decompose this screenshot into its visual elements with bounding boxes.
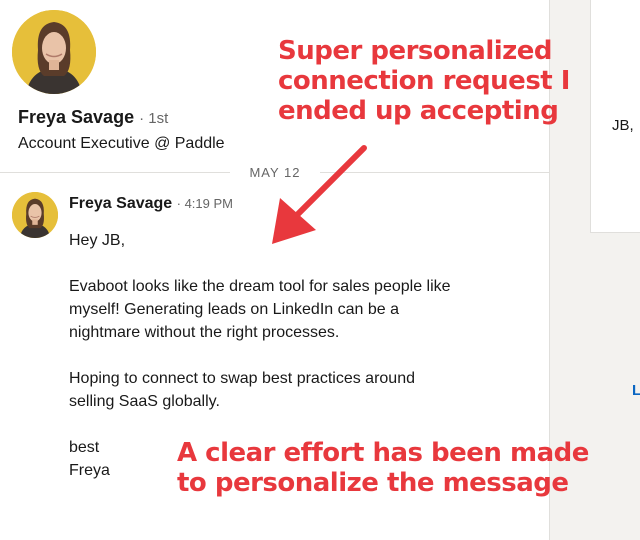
connection-degree: · 1st [139,110,169,127]
date-divider-left [0,172,230,173]
side-panel-greeting: JB, [612,117,634,134]
profile-avatar[interactable] [12,10,96,94]
message-sender-name[interactable]: Freya Savage [69,195,172,212]
person-photo-icon [12,10,96,94]
annotation-top: Super personalized connection request I … [278,36,570,126]
message-timestamp: · 4:19 PM [176,196,233,211]
message-sender: Freya Savage · 4:19 PM [69,195,233,213]
person-photo-icon [12,192,58,238]
message-paragraph: Hoping to connect to swap best practices… [69,370,415,410]
profile-headline: Account Executive @ Paddle [18,135,225,152]
annotation-bottom: A clear effort has been made to personal… [177,438,589,498]
message-avatar[interactable] [12,192,58,238]
side-panel-link[interactable]: L [632,382,640,399]
message-paragraph: Evaboot looks like the dream tool for sa… [69,278,451,341]
annotation-arrow-icon [272,145,367,244]
profile-name-text[interactable]: Freya Savage [18,107,134,127]
profile-name[interactable]: Freya Savage · 1st [18,107,168,128]
